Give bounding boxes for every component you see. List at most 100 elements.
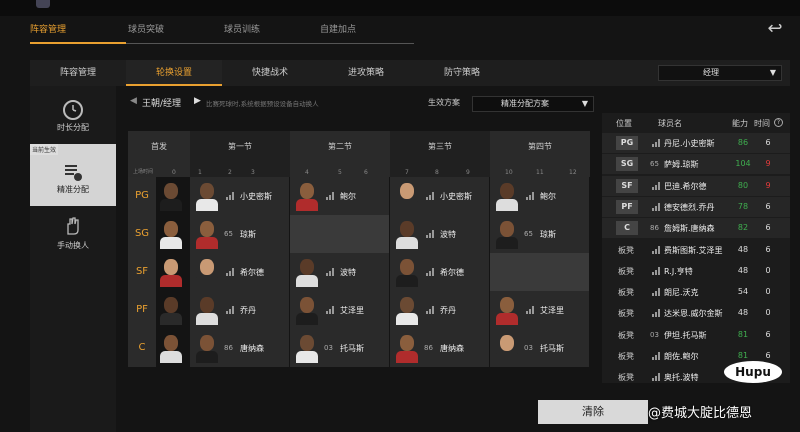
rating-bars-icon bbox=[652, 245, 660, 254]
roster-row[interactable]: 板凳 R.J.亨特 48 0 bbox=[602, 261, 790, 281]
rotation-slot[interactable]: 65 琼斯 bbox=[190, 215, 289, 253]
subtab-lineup[interactable]: 阵容管理 bbox=[30, 60, 126, 86]
side-item-label: 精准分配 bbox=[57, 185, 89, 194]
jersey-number: 03 bbox=[650, 330, 659, 339]
roster-rating: 86 bbox=[737, 138, 749, 147]
scheme-select-value: 精准分配方案 bbox=[501, 99, 549, 108]
rotation-slot[interactable]: 希尔德 bbox=[190, 253, 289, 291]
roster-position: PF bbox=[616, 199, 638, 214]
quarter-label: 第四节 bbox=[528, 142, 552, 151]
rotation-slot[interactable]: 波特 bbox=[290, 253, 389, 291]
scheme-select[interactable]: 精准分配方案 ▼ bbox=[472, 96, 594, 112]
sub-tab-bar: 阵容管理 轮换设置 快捷战术 进攻策略 防守策略 经理 ▼ bbox=[30, 60, 790, 86]
roster-row[interactable]: 板凳 朗尼.沃克 54 0 bbox=[602, 282, 790, 302]
tab-player-breakthrough[interactable]: 球员突破 bbox=[126, 22, 222, 44]
rotation-slot[interactable]: 03 托马斯 bbox=[290, 329, 389, 367]
roster-player-name: 朗尼.沃克 bbox=[664, 288, 699, 298]
starter-label: 首发 bbox=[151, 142, 167, 151]
minute-tick: 7 bbox=[405, 169, 409, 176]
player-name: 艾泽里 bbox=[340, 306, 364, 315]
rotation-slot[interactable]: 希尔德 bbox=[390, 253, 489, 291]
roster-row[interactable]: 板凳 达米恩.威尔金斯 48 0 bbox=[602, 303, 790, 323]
rotation-slot[interactable] bbox=[290, 215, 389, 253]
roster-minutes: 6 bbox=[765, 351, 771, 360]
roster-minutes: 0 bbox=[765, 308, 771, 318]
rotation-slot[interactable]: 乔丹 bbox=[190, 291, 289, 329]
position-label: PG bbox=[128, 177, 156, 215]
tab-player-training[interactable]: 球员训练 bbox=[222, 22, 318, 44]
rotation-slot[interactable]: 65 琼斯 bbox=[490, 215, 589, 253]
tab-lineup-management[interactable]: 阵容管理 bbox=[30, 22, 126, 44]
player-avatar bbox=[394, 219, 420, 249]
rating-bars-icon bbox=[652, 352, 660, 360]
rotation-slot[interactable]: 86 唐纳森 bbox=[390, 329, 489, 367]
player-name: 唐纳森 bbox=[240, 344, 264, 353]
quarter-label: 第一节 bbox=[228, 142, 252, 151]
roster-position: 板凳 bbox=[618, 309, 634, 319]
rotation-row-sg: SG 65 琼斯 波特 65 琼斯 bbox=[128, 215, 590, 253]
subtab-quick-tactics[interactable]: 快捷战术 bbox=[222, 60, 318, 86]
roster-player-name: 丹尼.小史密斯 bbox=[664, 139, 715, 148]
roster-player-name: 德安德烈.乔丹 bbox=[664, 202, 715, 212]
roster-rating: 48 bbox=[737, 308, 749, 318]
roster-minutes: 9 bbox=[765, 159, 771, 169]
rotation-slot[interactable]: 乔丹 bbox=[390, 291, 489, 329]
tab-custom-points[interactable]: 自建加点 bbox=[318, 22, 414, 44]
starter-avatar bbox=[158, 333, 184, 363]
roster-player-name: R.J.亨特 bbox=[664, 266, 693, 276]
user-avatar[interactable] bbox=[36, 0, 50, 8]
roster-row[interactable]: C 86 詹姆斯.唐纳森 82 6 bbox=[602, 218, 790, 239]
jersey-number: 65 bbox=[224, 230, 233, 238]
jersey-number: 65 bbox=[650, 160, 659, 169]
roster-row[interactable]: 板凳 费斯图斯.艾泽里 48 6 bbox=[602, 240, 790, 260]
rotation-slot[interactable]: 艾泽里 bbox=[490, 291, 589, 329]
minute-tick: 5 bbox=[338, 169, 342, 176]
minute-tick: 0 bbox=[172, 169, 176, 176]
rating-bars-icon bbox=[426, 230, 434, 238]
player-name: 托马斯 bbox=[340, 344, 364, 353]
roster-row[interactable]: PF 德安德烈.乔丹 78 6 bbox=[602, 196, 790, 217]
roster-header-time: 时间 bbox=[754, 119, 770, 128]
rotation-grid: 首发 上场时间 第一节 第二节 第三节 第四节 0 1 2 3 4 5 6 7 8 9 10 11 12… bbox=[128, 131, 590, 367]
rotation-slot[interactable]: 艾泽里 bbox=[290, 291, 389, 329]
top-bar bbox=[0, 0, 800, 16]
roster-player-name: 朗佐.鲍尔 bbox=[664, 352, 699, 361]
position-label: PF bbox=[128, 291, 156, 329]
roster-row[interactable]: SG 65 萨姆.琼斯 104 9 bbox=[602, 154, 790, 175]
auto-sub-hint: 比赛死球时,系统根据预设设备自动换人 bbox=[206, 100, 319, 108]
roster-rating: 48 bbox=[737, 244, 749, 254]
clear-button[interactable]: 清除 bbox=[538, 400, 648, 424]
minute-tick: 8 bbox=[435, 169, 439, 176]
rotation-slot[interactable]: 86 唐纳森 bbox=[190, 329, 289, 367]
rotation-slot[interactable]: 鲍尔 bbox=[290, 177, 389, 215]
rotation-slot[interactable]: 小史密斯 bbox=[390, 177, 489, 215]
player-avatar bbox=[194, 219, 220, 249]
player-name: 波特 bbox=[440, 230, 456, 239]
roster-minutes: 6 bbox=[765, 138, 771, 147]
rotation-slot[interactable]: 鲍尔 bbox=[490, 177, 589, 215]
rotation-slot[interactable]: 小史密斯 bbox=[190, 177, 289, 215]
player-name: 乔丹 bbox=[240, 306, 256, 315]
chevron-down-icon: ▼ bbox=[769, 68, 776, 77]
roster-header-rating: 能力 bbox=[732, 119, 748, 128]
side-item-manual-sub[interactable]: 手动换人 bbox=[30, 212, 116, 272]
subtab-offense[interactable]: 进攻策略 bbox=[318, 60, 414, 86]
player-name: 波特 bbox=[340, 268, 356, 277]
back-arrow-icon[interactable]: ↩ bbox=[762, 18, 788, 40]
subtab-defense[interactable]: 防守策略 bbox=[414, 60, 510, 86]
roster-row[interactable]: SF 巴迪.希尔德 80 9 bbox=[602, 175, 790, 196]
roster-row[interactable]: PG 丹尼.小史密斯 86 6 bbox=[602, 133, 790, 153]
role-select[interactable]: 经理 ▼ bbox=[658, 65, 782, 81]
side-item-precise-allocation[interactable]: 当前生效 精准分配 bbox=[30, 144, 116, 206]
roster-position: SF bbox=[616, 178, 638, 193]
rotation-slot[interactable] bbox=[490, 253, 589, 291]
subtab-rotation[interactable]: 轮换设置 bbox=[126, 60, 222, 86]
roster-minutes: 6 bbox=[765, 329, 771, 339]
player-name: 小史密斯 bbox=[240, 192, 272, 201]
roster-row[interactable]: 板凳 03 伊坦.托马斯 81 6 bbox=[602, 325, 790, 345]
help-icon[interactable]: ? bbox=[774, 118, 783, 127]
player-avatar bbox=[294, 257, 320, 287]
rotation-slot[interactable]: 波特 bbox=[390, 215, 489, 253]
roster-minutes: 9 bbox=[765, 180, 771, 190]
rotation-slot[interactable]: 03 托马斯 bbox=[490, 329, 589, 367]
